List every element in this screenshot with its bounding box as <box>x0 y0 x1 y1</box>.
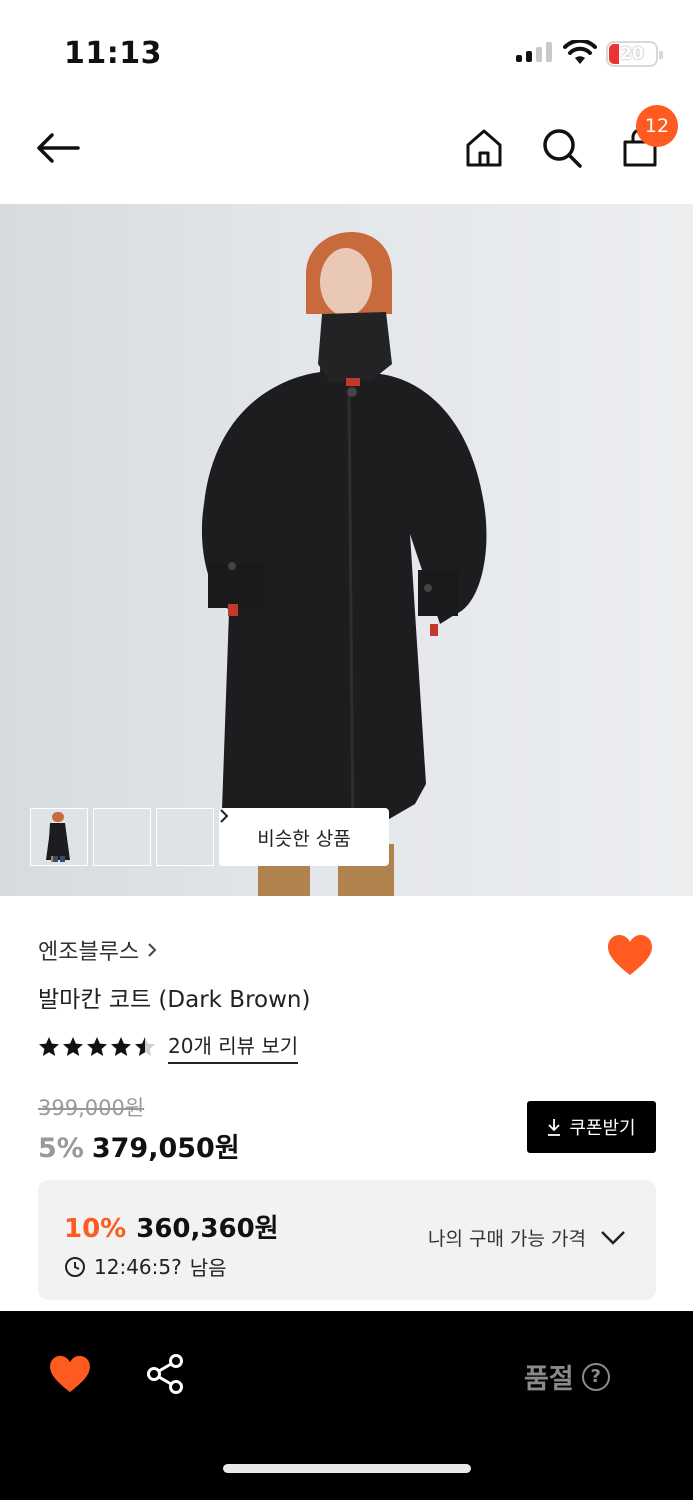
best-price-panel[interactable]: 10% 360,360원 12:46:5? 남음 나의 구매 가능 가격 <box>38 1180 656 1300</box>
star-icon <box>135 1037 155 1056</box>
battery-level: 20 <box>620 44 644 64</box>
search-button[interactable] <box>538 124 586 172</box>
wifi-icon <box>563 40 597 64</box>
timer-row: 12:46:5? 남음 <box>64 1252 227 1281</box>
status-bar: 11:13 20 <box>0 0 693 100</box>
my-price-toggle[interactable]: 나의 구매 가능 가격 <box>428 1224 626 1251</box>
rating-row: 20개 리뷰 보기 <box>38 1030 299 1064</box>
back-arrow-icon <box>37 133 80 163</box>
star-icon <box>39 1037 59 1056</box>
battery-icon: 20 <box>606 41 663 67</box>
clock-icon <box>65 1256 85 1277</box>
home-button[interactable] <box>460 124 508 172</box>
brand-name: 엔조블루스 <box>38 940 140 965</box>
best-price-row: 10% 360,360원 <box>64 1208 279 1245</box>
home-indicator <box>223 1464 471 1473</box>
cellular-signal-icon <box>516 42 552 62</box>
soldout-label: 품절 <box>524 1364 574 1395</box>
product-info: 엔조블루스 발마칸 코트 (Dark Brown) 20개 리뷰 보기 399,… <box>0 896 693 1311</box>
product-title: 발마칸 코트 (Dark Brown) <box>38 987 311 1013</box>
review-link[interactable]: 20개 리뷰 보기 <box>168 1030 299 1064</box>
discount-rate: 5% <box>38 1133 84 1164</box>
status-time: 11:13 <box>64 36 162 71</box>
my-price-label: 나의 구매 가능 가격 <box>428 1228 586 1250</box>
chevron-down-icon <box>601 1230 625 1245</box>
star-icon <box>63 1037 83 1056</box>
similar-products-button[interactable]: 비슷한 상품 <box>219 808 389 866</box>
thumbnail-image[interactable] <box>51 808 214 866</box>
share-icon[interactable] <box>144 1353 186 1395</box>
coupon-download-button[interactable]: 쿠폰받기 <box>527 1101 656 1153</box>
navigation-bar <box>0 100 693 204</box>
thumbnail-image[interactable] <box>48 808 151 866</box>
thumbnail-strip <box>30 808 214 866</box>
wishlist-heart-icon[interactable] <box>606 934 654 976</box>
star-rating <box>38 1036 156 1058</box>
chevron-right-icon <box>220 809 229 823</box>
original-price: 399,000원 <box>38 1096 145 1120</box>
product-photo <box>201 231 487 896</box>
timer-suffix: 남음 <box>189 1256 227 1280</box>
product-image-gallery[interactable]: 비슷한 상품 <box>0 204 693 896</box>
home-icon <box>466 129 502 167</box>
cart-count-badge: 12 <box>636 105 678 147</box>
help-icon[interactable]: ? <box>581 1362 610 1391</box>
similar-products-label: 비슷한 상품 <box>257 827 351 850</box>
brand-link[interactable]: 엔조블루스 <box>38 934 157 966</box>
wishlist-heart-icon[interactable] <box>48 1355 92 1393</box>
back-button[interactable] <box>34 124 82 172</box>
best-price: 360,360원 <box>136 1214 279 1244</box>
sale-price-row: 5% 379,050원 <box>38 1126 240 1165</box>
star-icon <box>111 1037 131 1056</box>
search-icon <box>543 129 582 168</box>
countdown-timer: 12:46:5? <box>94 1254 182 1279</box>
download-icon <box>548 1119 561 1136</box>
chevron-right-icon <box>148 943 157 957</box>
sale-price: 379,050원 <box>91 1133 240 1164</box>
coupon-label: 쿠폰받기 <box>569 1118 636 1139</box>
star-icon <box>87 1037 107 1056</box>
bottom-action-bar: 품절 ? <box>0 1311 693 1500</box>
thumbnail-photo <box>51 812 67 862</box>
best-discount-rate: 10% <box>64 1214 127 1244</box>
soldout-status: 품절 ? <box>524 1357 610 1396</box>
